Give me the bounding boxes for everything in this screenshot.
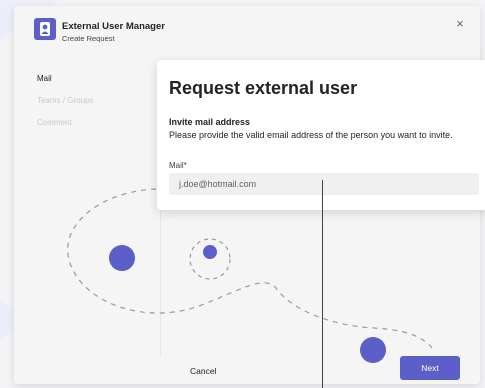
deco-dot-large bbox=[109, 245, 135, 271]
mail-field-label: Mail* bbox=[169, 161, 187, 170]
section-label: Invite mail address bbox=[169, 117, 251, 127]
section-description: Please provide the valid email address o… bbox=[169, 130, 453, 140]
dialog-footer: Cancel Next bbox=[14, 346, 480, 384]
mail-input[interactable] bbox=[169, 173, 479, 195]
deco-dot-small bbox=[203, 245, 217, 259]
page-title: Request external user bbox=[169, 78, 358, 98]
cancel-button[interactable]: Cancel bbox=[190, 366, 216, 376]
text-cursor-line bbox=[322, 180, 323, 388]
request-form-card: Request external user Invite mail addres… bbox=[157, 60, 485, 210]
next-button[interactable]: Next bbox=[400, 356, 460, 380]
